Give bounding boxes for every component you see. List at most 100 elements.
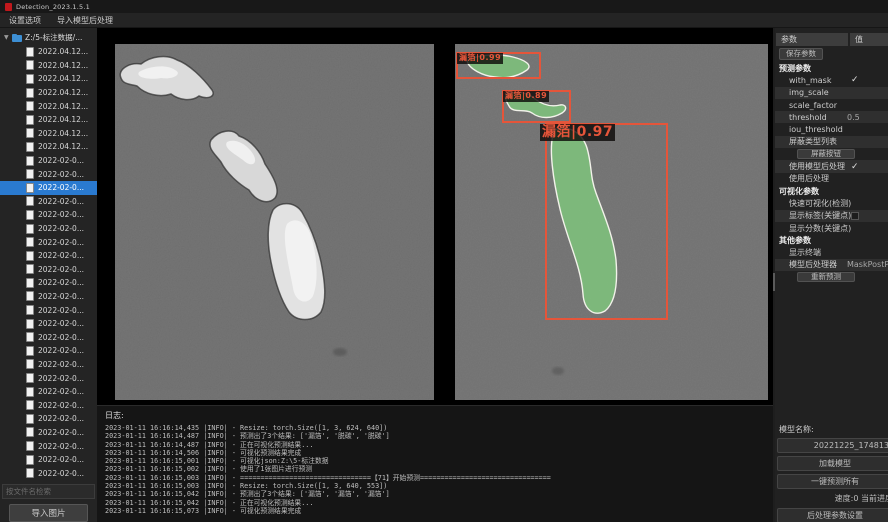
tree-item-label: 2022.04.12... [38,102,88,111]
speed-status-text: 速度:0 当前进度 [775,489,888,504]
param-label: 显示分数(关键点) [775,223,851,234]
tree-item[interactable]: 2022-02-0... [0,344,97,358]
tree-item[interactable]: 2022-02-0... [0,317,97,331]
tree-item[interactable]: 2022-02-0... [0,222,97,236]
tree-item-label: 2022-02-0... [38,442,84,451]
param-label: img_scale [775,88,829,97]
tree-item[interactable]: 2022-02-0... [0,358,97,372]
tree-item[interactable]: 2022.04.12... [0,140,97,154]
param-row[interactable]: 屏蔽类型列表 [775,136,888,148]
param-row[interactable]: with_mask✓ [775,74,888,86]
tree-item-label: 2022-02-0... [38,319,84,328]
log-console[interactable]: 日志: 2023-01-11 16:16:14,435 |INFO| - Res… [97,405,773,522]
file-icon [26,414,34,424]
file-icon [26,196,34,206]
tree-item[interactable]: 2022-02-0... [0,154,97,168]
title-bar: Detection_2023.1.5.1 [0,0,888,13]
tree-item[interactable]: 2022-02-0... [0,249,97,263]
tree-item[interactable]: 2022-02-0... [0,263,97,277]
tree-item[interactable]: 2022.04.12... [0,99,97,113]
tree-item[interactable]: 2022.04.12... [0,59,97,73]
param-row[interactable]: 使用模型后处理✓ [775,160,888,172]
tree-item[interactable]: 2022-02-0... [0,290,97,304]
tree-item[interactable]: 2022.04.12... [0,45,97,59]
tree-item[interactable]: 2022-02-0... [0,385,97,399]
tree-root-row[interactable]: ▼ Z:/5-标注数据/... [0,30,97,45]
param-value: 0.5 [847,113,860,122]
param-label: scale_factor [775,101,837,110]
menu-item-0[interactable]: 设置选项 [9,15,41,26]
param-checkmark-icon[interactable]: ✓ [851,75,859,85]
tree-item[interactable]: 2022.04.12... [0,86,97,100]
param-row[interactable]: threshold0.5 [775,111,888,123]
param-action-button[interactable]: 重新预测 [797,272,855,283]
tree-item[interactable]: 2022-02-0... [0,330,97,344]
tree-item[interactable]: 2022-02-0... [0,466,97,480]
tree-item[interactable]: 2022-02-0... [0,439,97,453]
log-line: 2023-01-11 16:16:15,042 |INFO| - 正在可视化预测… [105,499,773,507]
param-action-button[interactable]: 屏蔽按钮 [797,149,855,160]
menu-item-1[interactable]: 导入模型后处理 [57,15,113,26]
param-section-row: 其他参数 [775,234,888,246]
tree-item-label: 2022.04.12... [38,115,88,124]
tree-item-label: 2022.04.12... [38,88,88,97]
tree-item[interactable]: 2022-02-0... [0,167,97,181]
detection-label: 漏箔|0.99 [457,53,503,64]
param-label: 模型后处理器 [775,259,837,270]
tree-item[interactable]: 2022-02-0... [0,208,97,222]
save-params-button[interactable]: 保存参数 [779,48,823,60]
param-section-label: 预测参数 [775,63,811,74]
import-images-button[interactable]: 导入图片 [9,504,88,522]
param-row[interactable]: 显示终端 [775,246,888,258]
tree-item[interactable]: 2022-02-0... [0,398,97,412]
tree-item[interactable]: 2022-02-0... [0,371,97,385]
tree-item[interactable]: 2022-02-0... [0,235,97,249]
tree-item[interactable]: 2022-02-0... [0,426,97,440]
log-line: 2023-01-11 16:16:15,073 |INFO| - 可视化预测结果… [105,507,773,515]
tree-item-label: 2022-02-0... [38,401,84,410]
file-tree: ▼ Z:/5-标注数据/... 2022.04.12...2022.04.12.… [0,30,97,482]
tree-item[interactable]: 2022-02-0... [0,303,97,317]
log-line: 2023-01-11 16:16:15,042 |INFO| - 预测出了3个结… [105,490,773,498]
folder-icon [12,34,22,42]
tree-item[interactable]: 2022-02-0... [0,276,97,290]
param-row[interactable]: 使用后处理 [775,173,888,185]
tree-root-label: Z:/5-标注数据/... [25,32,82,43]
param-row[interactable]: img_scale [775,87,888,99]
param-row[interactable]: iou_threshold [775,123,888,135]
predict-all-button[interactable]: 一键预测所有 [777,474,888,489]
tree-item[interactable]: 2022-02-0... [0,412,97,426]
file-icon [26,455,34,465]
tree-item[interactable]: 2022-02-0... [0,195,97,209]
tree-item[interactable]: 2022.04.12... [0,72,97,86]
tree-item-label: 2022.04.12... [38,142,88,151]
app-logo-icon [5,3,12,11]
param-row[interactable]: scale_factor [775,99,888,111]
prediction-image-panel[interactable]: 漏箔|0.99漏箔|0.89漏箔|0.97 [455,44,768,400]
param-checkbox[interactable] [851,212,859,220]
file-icon [26,332,34,342]
tree-item-list: 2022.04.12...2022.04.12...2022.04.12...2… [0,45,97,480]
search-input[interactable] [2,484,95,499]
tree-item[interactable]: 2022-02-0... [0,453,97,467]
menu-bar: 设置选项 导入模型后处理 [0,13,888,28]
log-line: 2023-01-11 16:16:14,487 |INFO| - 正在可视化预测… [105,441,773,449]
tree-item[interactable]: 2022.04.12... [0,127,97,141]
file-icon [26,373,34,383]
file-icon [26,319,34,329]
tree-item[interactable]: 2022-02-0... [0,181,97,195]
load-model-button[interactable]: 加载模型 [777,456,888,471]
param-row[interactable]: 模型后处理器MaskPostProc [775,259,888,271]
file-icon [26,142,34,152]
tree-item[interactable]: 2022.04.12... [0,113,97,127]
file-icon [26,101,34,111]
param-row[interactable]: 快速可视化(检测) [775,197,888,209]
source-image-panel[interactable] [115,44,434,400]
postprocess-settings-button[interactable]: 后处理参数设置 [777,508,888,522]
param-row[interactable]: 显示分数(关键点) [775,222,888,234]
param-row[interactable]: 显示标签(关键点) [775,210,888,222]
param-checkmark-icon[interactable]: ✓ [851,162,859,172]
tree-item-label: 2022-02-0... [38,387,84,396]
model-name-value[interactable]: 20221225_174813 [777,438,888,453]
tree-expand-arrow-icon[interactable]: ▼ [4,34,12,41]
